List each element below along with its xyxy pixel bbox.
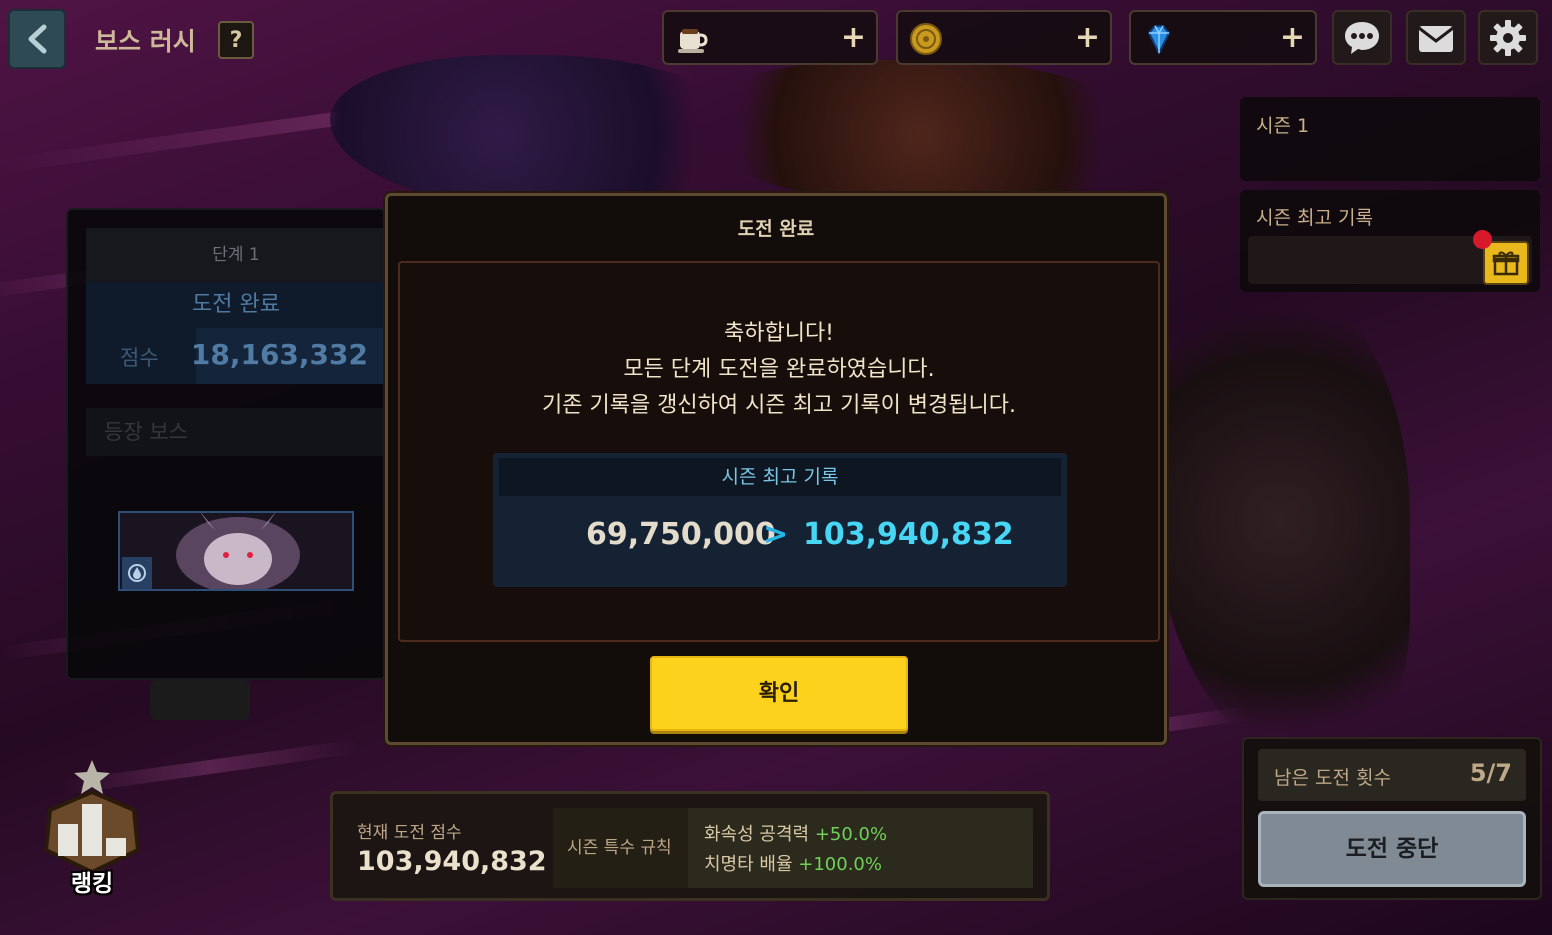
modal-title: 도전 완료 <box>737 218 815 240</box>
record-label: 시즌 최고 기록 <box>499 458 1061 496</box>
boss-section-label: 등장 보스 <box>86 408 386 456</box>
notification-dot <box>1473 230 1492 249</box>
gear-icon <box>1490 19 1526 56</box>
modal-body: 축하합니다! 모든 단계 도전을 완료하였습니다. 기존 기록을 갱신하여 시즌… <box>398 261 1160 642</box>
remaining-attempts: 남은 도전 횟수 5/7 <box>1258 749 1526 801</box>
currency-gold: + <box>896 10 1112 65</box>
add-diamond-button[interactable]: + <box>1280 20 1305 56</box>
stage-panel: 단계 1 도전 완료 점수 18,163,332 등장 보스 <box>66 208 386 680</box>
season-rule-label: 시즌 특수 규칙 <box>553 808 688 888</box>
chat-icon <box>1345 21 1379 54</box>
boss-portrait <box>176 513 300 589</box>
congrats-message: 축하합니다! <box>723 321 835 346</box>
completion-message: 모든 단계 도전을 완료하였습니다. <box>623 357 935 382</box>
old-record-value: 69,750,000 <box>586 517 776 552</box>
page-title: 보스 러시 <box>95 27 196 56</box>
stop-challenge-button[interactable]: 도전 중단 <box>1258 811 1526 887</box>
chat-button[interactable] <box>1332 10 1392 65</box>
stage-score-label: 점수 <box>120 346 159 370</box>
current-score-value: 103,940,832 <box>357 846 547 877</box>
add-coffee-button[interactable]: + <box>841 20 866 56</box>
rule-fire-attack: 화속성 공격력 +50.0% <box>704 824 888 845</box>
mail-icon <box>1418 25 1454 52</box>
challenge-control-panel: 남은 도전 횟수 5/7 도전 중단 <box>1242 737 1542 900</box>
add-gold-button[interactable]: + <box>1075 20 1100 56</box>
remaining-value: 5/7 <box>1469 759 1512 787</box>
new-record-value: 103,940,832 <box>803 517 1014 552</box>
result-modal: 도전 완료 축하합니다! 모든 단계 도전을 완료하였습니다. 기존 기록을 갱… <box>385 193 1167 745</box>
rule-crit-multiplier: 치명타 배율 +100.0% <box>704 854 882 875</box>
stage-score-value: 18,163,332 <box>190 338 368 371</box>
ranking-button[interactable]: 랭킹 <box>36 758 148 900</box>
gold-coin-icon <box>910 23 942 55</box>
ranking-icon <box>43 760 141 875</box>
coffee-cup-icon <box>678 29 708 53</box>
settings-button[interactable] <box>1478 10 1538 65</box>
season-rules: 화속성 공격력 +50.0% 치명타 배율 +100.0% <box>688 808 1033 888</box>
season-best-label: 시즌 최고 기록 <box>1256 207 1373 229</box>
boss-thumbnail[interactable] <box>118 511 354 591</box>
stage-title: 단계 1 <box>86 228 386 282</box>
gift-icon <box>1492 251 1520 276</box>
diamond-gem-icon <box>1147 25 1171 56</box>
stage-score: 점수 18,163,332 <box>86 328 386 384</box>
currency-coffee: + <box>662 10 878 65</box>
ranking-label: 랭킹 <box>70 871 114 897</box>
gift-reward-button[interactable] <box>1483 241 1529 285</box>
chevron-left-icon <box>28 24 47 54</box>
record-update-message: 기존 기록을 갱신하여 시즌 최고 기록이 변경됩니다. <box>542 393 1016 418</box>
confirm-button[interactable]: 확인 <box>650 656 908 731</box>
currency-diamond: + <box>1129 10 1317 65</box>
mail-button[interactable] <box>1406 10 1466 65</box>
record-comparison: 시즌 최고 기록 69,750,000 > 103,940,832 <box>493 453 1067 587</box>
water-element-icon <box>122 557 152 589</box>
remaining-label: 남은 도전 횟수 <box>1274 767 1391 789</box>
chevron-right-icon: > <box>763 517 789 552</box>
help-button[interactable]: ? <box>218 21 254 59</box>
season-panel: 시즌 1 <box>1240 97 1540 181</box>
back-button[interactable] <box>8 9 66 69</box>
season-label: 시즌 1 <box>1256 115 1310 137</box>
challenge-info-bar: 현재 도전 점수 103,940,832 시즌 특수 규칙 화속성 공격력 +5… <box>330 791 1050 901</box>
current-score-label: 현재 도전 점수 <box>357 823 462 843</box>
stage-status: 도전 완료 <box>86 282 386 328</box>
